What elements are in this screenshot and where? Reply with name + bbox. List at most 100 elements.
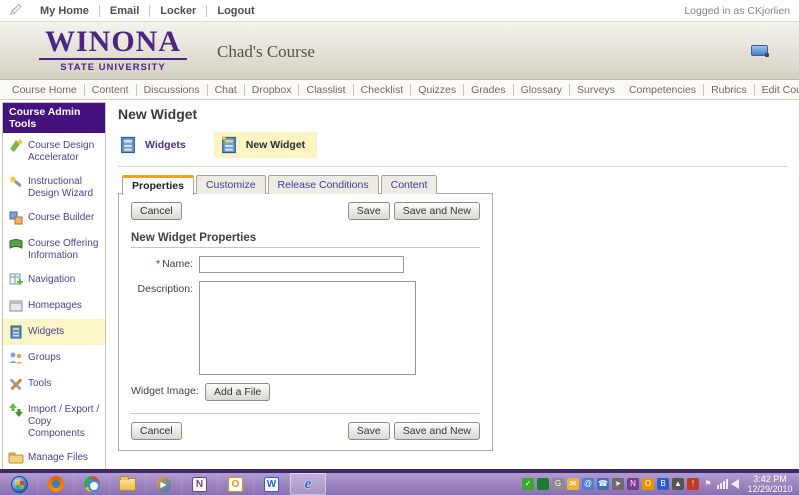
required-marker: *: [156, 258, 160, 270]
flag-tray-icon[interactable]: ⚑: [702, 478, 714, 490]
description-textarea[interactable]: [199, 281, 416, 375]
phone-tray-icon[interactable]: ☎: [597, 478, 609, 490]
cancel-button[interactable]: Cancel: [131, 422, 182, 440]
navbar-right: Competencies Rubrics Edit Course 12/29/2…: [622, 84, 800, 96]
bottom-button-row: Cancel Save Save and New: [131, 422, 480, 440]
utility-link-my-home[interactable]: My Home: [30, 5, 99, 17]
taskbar-firefox[interactable]: [38, 473, 74, 495]
save-button[interactable]: Save: [348, 422, 390, 440]
sidebar-item-course-offering-information[interactable]: Course Offering Information: [3, 231, 105, 267]
outlook-icon: O: [228, 477, 243, 492]
groups-icon: [8, 350, 24, 366]
update-tray-icon[interactable]: ▲: [672, 478, 684, 490]
tab-customize[interactable]: Customize: [196, 175, 266, 194]
messenger-tray-icon[interactable]: @: [582, 478, 594, 490]
add-a-file-button[interactable]: Add a File: [205, 383, 270, 401]
utility-link-locker[interactable]: Locker: [149, 5, 206, 17]
sidebar-item-navigation[interactable]: Navigation: [3, 267, 105, 293]
sidebar-item-manage-files[interactable]: Manage Files: [3, 445, 105, 471]
breadcrumb-widgets[interactable]: Widgets: [118, 135, 186, 155]
nav-competencies[interactable]: Competencies: [622, 84, 703, 96]
course-navbar: Course Home Content Discussions Chat Dro…: [0, 80, 800, 100]
widget-image-row: Widget Image: Add a File: [131, 383, 480, 401]
sidebar-item-import-export-copy-components[interactable]: Import / Export / Copy Components: [3, 397, 105, 445]
nav-glossary[interactable]: Glossary: [513, 84, 569, 96]
tab-bar: Properties Customize Release Conditions …: [122, 175, 790, 194]
clock-date: 12/29/2010: [744, 484, 796, 494]
taskbar-onenote[interactable]: N: [182, 473, 218, 495]
navbar-links: Course Home Content Discussions Chat Dro…: [5, 84, 622, 96]
taskbar-word[interactable]: W: [254, 473, 290, 495]
university-logo[interactable]: WINONA STATE UNIVERSITY: [33, 26, 193, 73]
clock-time: 3:42 PM: [744, 474, 796, 484]
sidebar-item-label: Homepages: [28, 298, 82, 312]
nav-discussions[interactable]: Discussions: [136, 84, 207, 96]
outlook-tray-icon[interactable]: O: [642, 478, 654, 490]
name-input[interactable]: [199, 256, 404, 273]
sidebar-item-widgets[interactable]: Widgets: [3, 319, 105, 345]
gotomeeting-tray-icon[interactable]: G: [552, 478, 564, 490]
save-button[interactable]: Save: [348, 202, 390, 220]
nav-dropbox[interactable]: Dropbox: [244, 84, 299, 96]
start-button[interactable]: [2, 473, 38, 495]
launcher-tray-icon[interactable]: ➤: [612, 478, 624, 490]
sidebar-item-instructional-design-wizard[interactable]: Instructional Design Wizard: [3, 169, 105, 205]
sidebar-item-label: Tools: [28, 376, 51, 390]
network-tray-icon[interactable]: [717, 479, 728, 489]
course-builder-icon: [8, 210, 24, 226]
nav-classlist[interactable]: Classlist: [298, 84, 352, 96]
green-app-tray-icon[interactable]: [537, 478, 549, 490]
bluetooth-tray-icon[interactable]: B: [657, 478, 669, 490]
description-label: Description:: [131, 281, 199, 375]
nav-edit-course[interactable]: Edit Course: [754, 84, 800, 96]
breadcrumb-new-widget[interactable]: New Widget: [214, 132, 317, 158]
volume-tray-icon[interactable]: [731, 479, 739, 489]
banner: WINONA STATE UNIVERSITY Chad's Course: [0, 22, 800, 80]
sidebar-item-tools[interactable]: Tools: [3, 371, 105, 397]
nav-course-home[interactable]: Course Home: [5, 84, 84, 96]
folder-icon: [119, 478, 136, 491]
nav-checklist[interactable]: Checklist: [353, 84, 411, 96]
taskbar-chrome[interactable]: [74, 473, 110, 495]
nav-surveys[interactable]: Surveys: [569, 84, 622, 96]
tab-content[interactable]: Content: [381, 175, 438, 194]
nav-rubrics[interactable]: Rubrics: [703, 84, 754, 96]
taskbar-media-player[interactable]: ▶: [146, 473, 182, 495]
tab-release-conditions[interactable]: Release Conditions: [268, 175, 379, 194]
course-admin-tools-sidebar: Course Admin Tools Course Design Acceler…: [2, 102, 106, 495]
sidebar-item-homepages[interactable]: Homepages: [3, 293, 105, 319]
onenote-tray-icon[interactable]: N: [627, 478, 639, 490]
instructional-design-wizard-icon: [8, 174, 24, 190]
cancel-button[interactable]: Cancel: [131, 202, 182, 220]
utility-link-logout[interactable]: Logout: [206, 5, 264, 17]
content-area: New Widget Widgets New Widget Properties…: [118, 102, 790, 451]
taskbar-outlook[interactable]: O: [218, 473, 254, 495]
sidebar-item-label: Course Builder: [28, 210, 94, 224]
sidebar-item-course-design-accelerator[interactable]: Course Design Accelerator: [3, 133, 105, 169]
nav-chat[interactable]: Chat: [207, 84, 244, 96]
logo-subtitle: STATE UNIVERSITY: [39, 58, 187, 73]
course-offering-information-icon: [8, 236, 24, 252]
new-widget-crumb-icon: [219, 135, 239, 155]
onenote-icon: N: [192, 477, 207, 492]
utility-link-email[interactable]: Email: [99, 5, 149, 17]
mail-tray-icon[interactable]: ✉: [567, 478, 579, 490]
save-and-new-button[interactable]: Save and New: [394, 422, 480, 440]
taskbar-explorer[interactable]: [110, 473, 146, 495]
widget-image-label: Widget Image:: [131, 383, 205, 401]
nav-grades[interactable]: Grades: [463, 84, 512, 96]
taskbar-clock[interactable]: 3:42 PM 12/29/2010: [742, 473, 798, 495]
taskbar-internet-explorer[interactable]: e: [290, 473, 326, 495]
minibar-widget-icon[interactable]: [751, 45, 768, 56]
nav-quizzes[interactable]: Quizzes: [410, 84, 463, 96]
import-export-copy-icon: [8, 402, 24, 418]
nav-content[interactable]: Content: [84, 84, 136, 96]
course-title: Chad's Course: [217, 42, 315, 62]
tab-properties[interactable]: Properties: [122, 175, 194, 195]
sidebar-item-label: Course Offering Information: [28, 236, 102, 262]
sidebar-item-course-builder[interactable]: Course Builder: [3, 205, 105, 231]
antivirus-tray-icon[interactable]: ✓: [522, 478, 534, 490]
sidebar-item-groups[interactable]: Groups: [3, 345, 105, 371]
save-and-new-button[interactable]: Save and New: [394, 202, 480, 220]
security-tray-icon[interactable]: !: [687, 478, 699, 490]
